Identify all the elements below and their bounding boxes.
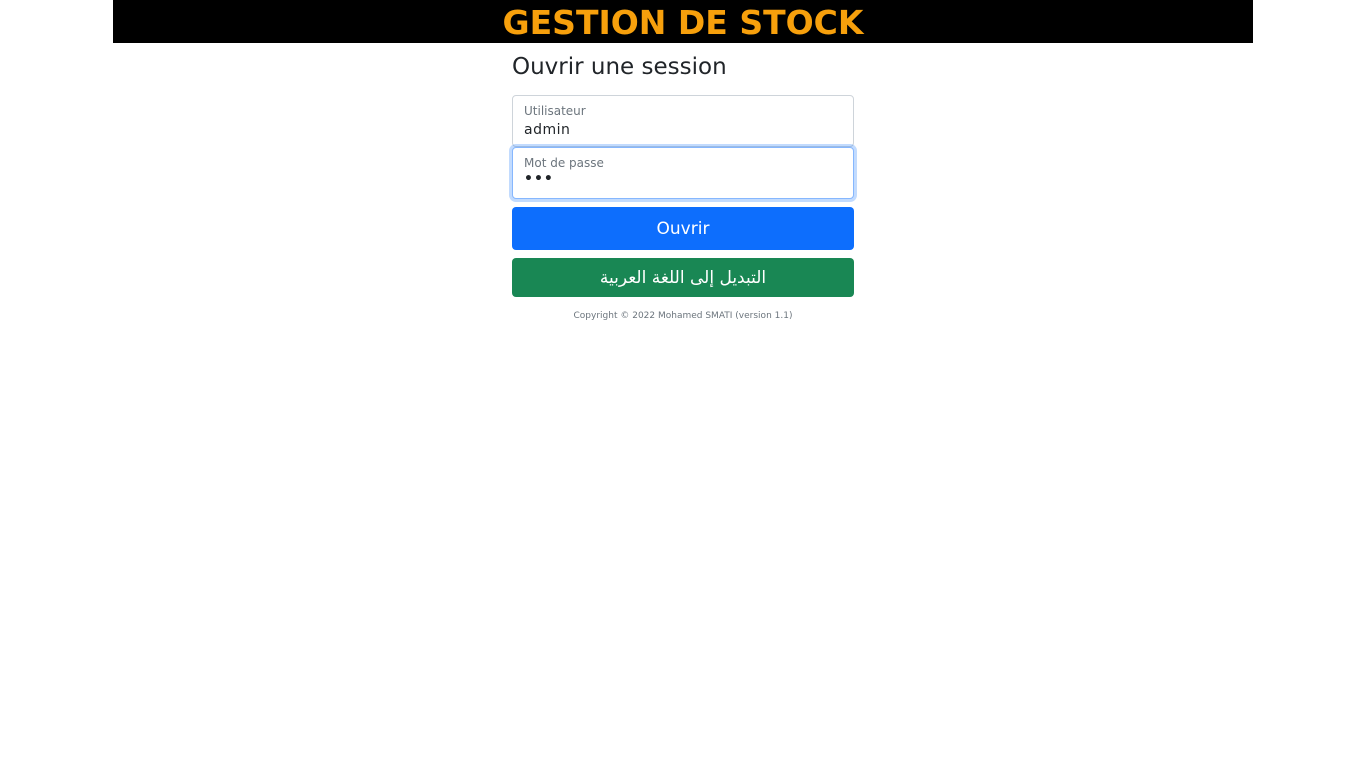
username-field[interactable]: Utilisateur admin — [512, 95, 854, 147]
app-header: GESTION DE STOCK — [113, 0, 1253, 43]
open-session-button[interactable]: Ouvrir — [512, 207, 854, 250]
switch-arabic-button[interactable]: التبديل إلى اللغة العربية — [512, 258, 854, 297]
password-label: Mot de passe — [524, 156, 604, 170]
password-value[interactable]: ••• — [524, 171, 554, 187]
username-value[interactable]: admin — [524, 122, 570, 138]
password-field[interactable]: Mot de passe ••• — [512, 147, 854, 199]
username-label: Utilisateur — [524, 104, 586, 118]
app-title: GESTION DE STOCK — [502, 3, 864, 42]
login-form: Ouvrir une session Utilisateur admin Mot… — [512, 50, 854, 321]
login-title: Ouvrir une session — [512, 54, 727, 80]
copyright-text: Copyright © 2022 Mohamed SMATI (version … — [573, 311, 793, 321]
